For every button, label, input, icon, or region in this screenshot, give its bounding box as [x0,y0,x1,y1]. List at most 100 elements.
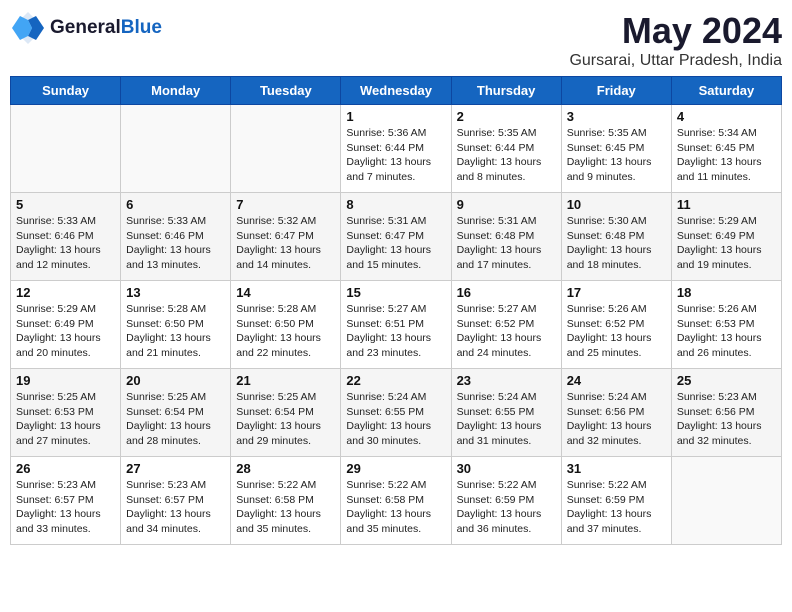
cell-content: Sunrise: 5:27 AM Sunset: 6:51 PM Dayligh… [346,302,445,361]
logo-general: General [50,17,121,39]
calendar-cell: 4 Sunrise: 5:34 AM Sunset: 6:45 PM Daylig… [671,105,781,193]
calendar-cell: 11 Sunrise: 5:29 AM Sunset: 6:49 PM Dayli… [671,193,781,281]
week-row-1: 1 Sunrise: 5:36 AM Sunset: 6:44 PM Daylig… [11,105,782,193]
calendar-cell: 6 Sunrise: 5:33 AM Sunset: 6:46 PM Daylig… [121,193,231,281]
day-number: 16 [457,285,556,300]
calendar-cell: 19 Sunrise: 5:25 AM Sunset: 6:53 PM Dayli… [11,369,121,457]
cell-content: Sunrise: 5:26 AM Sunset: 6:53 PM Dayligh… [677,302,776,361]
calendar-cell: 10Sunrise: 5:30 AM Sunset: 6:48 PM Dayli… [561,193,671,281]
cell-content: Sunrise: 5:23 AM Sunset: 6:57 PM Dayligh… [126,478,225,537]
calendar-cell: 26Sunrise: 5:23 AM Sunset: 6:57 PM Dayli… [11,457,121,545]
calendar-cell: 27 Sunrise: 5:23 AM Sunset: 6:57 PM Dayli… [121,457,231,545]
day-number: 28 [236,461,335,476]
week-row-4: 19 Sunrise: 5:25 AM Sunset: 6:53 PM Dayli… [11,369,782,457]
calendar-header-row: SundayMondayTuesdayWednesdayThursdayFrid… [11,77,782,105]
calendar-cell: 9Sunrise: 5:31 AM Sunset: 6:48 PM Daylig… [451,193,561,281]
logo-text: General Blue [50,17,162,39]
day-number: 20 [126,373,225,388]
day-number: 5 [16,197,115,212]
cell-content: Sunrise: 5:22 AM Sunset: 6:58 PM Dayligh… [236,478,335,537]
day-number: 8 [346,197,445,212]
calendar-cell: 2 Sunrise: 5:35 AM Sunset: 6:44 PM Daylig… [451,105,561,193]
cell-content: Sunrise: 5:31 AM Sunset: 6:47 PM Dayligh… [346,214,445,273]
calendar-table: SundayMondayTuesdayWednesdayThursdayFrid… [10,76,782,545]
day-number: 24 [567,373,666,388]
logo-icon [10,10,46,46]
day-number: 27 [126,461,225,476]
month-title: May 2024 [569,10,782,52]
calendar-cell: 16 Sunrise: 5:27 AM Sunset: 6:52 PM Dayli… [451,281,561,369]
calendar-cell: 15 Sunrise: 5:27 AM Sunset: 6:51 PM Dayli… [341,281,451,369]
cell-content: Sunrise: 5:22 AM Sunset: 6:59 PM Dayligh… [457,478,556,537]
calendar-cell: 12 Sunrise: 5:29 AM Sunset: 6:49 PM Dayli… [11,281,121,369]
calendar-cell: 30Sunrise: 5:22 AM Sunset: 6:59 PM Dayli… [451,457,561,545]
cell-content: Sunrise: 5:22 AM Sunset: 6:58 PM Dayligh… [346,478,445,537]
day-header-sunday: Sunday [11,77,121,105]
calendar-cell [121,105,231,193]
calendar-cell: 1 Sunrise: 5:36 AM Sunset: 6:44 PM Daylig… [341,105,451,193]
cell-content: Sunrise: 5:33 AM Sunset: 6:46 PM Dayligh… [16,214,115,273]
day-number: 25 [677,373,776,388]
calendar-cell [671,457,781,545]
cell-content: Sunrise: 5:25 AM Sunset: 6:54 PM Dayligh… [126,390,225,449]
calendar-cell: 31Sunrise: 5:22 AM Sunset: 6:59 PM Dayli… [561,457,671,545]
calendar-cell: 28 Sunrise: 5:22 AM Sunset: 6:58 PM Dayli… [231,457,341,545]
day-number: 19 [16,373,115,388]
cell-content: Sunrise: 5:33 AM Sunset: 6:46 PM Dayligh… [126,214,225,273]
calendar-cell: 8 Sunrise: 5:31 AM Sunset: 6:47 PM Daylig… [341,193,451,281]
calendar-cell: 13 Sunrise: 5:28 AM Sunset: 6:50 PM Dayli… [121,281,231,369]
cell-content: Sunrise: 5:29 AM Sunset: 6:49 PM Dayligh… [16,302,115,361]
cell-content: Sunrise: 5:24 AM Sunset: 6:56 PM Dayligh… [567,390,666,449]
cell-content: Sunrise: 5:23 AM Sunset: 6:57 PM Dayligh… [16,478,115,537]
cell-content: Sunrise: 5:31 AM Sunset: 6:48 PM Dayligh… [457,214,556,273]
day-header-saturday: Saturday [671,77,781,105]
day-number: 17 [567,285,666,300]
day-header-tuesday: Tuesday [231,77,341,105]
calendar-cell: 7Sunrise: 5:32 AM Sunset: 6:47 PM Daylig… [231,193,341,281]
cell-content: Sunrise: 5:23 AM Sunset: 6:56 PM Dayligh… [677,390,776,449]
cell-content: Sunrise: 5:28 AM Sunset: 6:50 PM Dayligh… [126,302,225,361]
day-number: 14 [236,285,335,300]
day-number: 15 [346,285,445,300]
cell-content: Sunrise: 5:34 AM Sunset: 6:45 PM Dayligh… [677,126,776,185]
title-area: May 2024 Gursarai, Uttar Pradesh, India [569,10,782,70]
cell-content: Sunrise: 5:29 AM Sunset: 6:49 PM Dayligh… [677,214,776,273]
day-number: 2 [457,109,556,124]
cell-content: Sunrise: 5:27 AM Sunset: 6:52 PM Dayligh… [457,302,556,361]
cell-content: Sunrise: 5:32 AM Sunset: 6:47 PM Dayligh… [236,214,335,273]
calendar-cell: 23 Sunrise: 5:24 AM Sunset: 6:55 PM Dayli… [451,369,561,457]
cell-content: Sunrise: 5:36 AM Sunset: 6:44 PM Dayligh… [346,126,445,185]
calendar-cell [11,105,121,193]
calendar-cell: 25 Sunrise: 5:23 AM Sunset: 6:56 PM Dayli… [671,369,781,457]
day-number: 6 [126,197,225,212]
day-number: 12 [16,285,115,300]
week-row-5: 26Sunrise: 5:23 AM Sunset: 6:57 PM Dayli… [11,457,782,545]
day-number: 1 [346,109,445,124]
calendar-cell: 14 Sunrise: 5:28 AM Sunset: 6:50 PM Dayli… [231,281,341,369]
calendar-cell: 3Sunrise: 5:35 AM Sunset: 6:45 PM Daylig… [561,105,671,193]
cell-content: Sunrise: 5:24 AM Sunset: 6:55 PM Dayligh… [457,390,556,449]
calendar-cell: 24 Sunrise: 5:24 AM Sunset: 6:56 PM Dayli… [561,369,671,457]
calendar-cell: 17Sunrise: 5:26 AM Sunset: 6:52 PM Dayli… [561,281,671,369]
cell-content: Sunrise: 5:30 AM Sunset: 6:48 PM Dayligh… [567,214,666,273]
day-number: 11 [677,197,776,212]
calendar-cell: 18Sunrise: 5:26 AM Sunset: 6:53 PM Dayli… [671,281,781,369]
cell-content: Sunrise: 5:35 AM Sunset: 6:44 PM Dayligh… [457,126,556,185]
day-number: 23 [457,373,556,388]
day-header-wednesday: Wednesday [341,77,451,105]
cell-content: Sunrise: 5:25 AM Sunset: 6:53 PM Dayligh… [16,390,115,449]
day-number: 13 [126,285,225,300]
day-number: 21 [236,373,335,388]
day-header-thursday: Thursday [451,77,561,105]
cell-content: Sunrise: 5:28 AM Sunset: 6:50 PM Dayligh… [236,302,335,361]
day-number: 3 [567,109,666,124]
calendar-cell [231,105,341,193]
day-number: 4 [677,109,776,124]
cell-content: Sunrise: 5:24 AM Sunset: 6:55 PM Dayligh… [346,390,445,449]
cell-content: Sunrise: 5:22 AM Sunset: 6:59 PM Dayligh… [567,478,666,537]
day-header-monday: Monday [121,77,231,105]
logo-blue: Blue [121,17,162,39]
calendar-cell: 5 Sunrise: 5:33 AM Sunset: 6:46 PM Daylig… [11,193,121,281]
location-title: Gursarai, Uttar Pradesh, India [569,52,782,70]
day-number: 22 [346,373,445,388]
